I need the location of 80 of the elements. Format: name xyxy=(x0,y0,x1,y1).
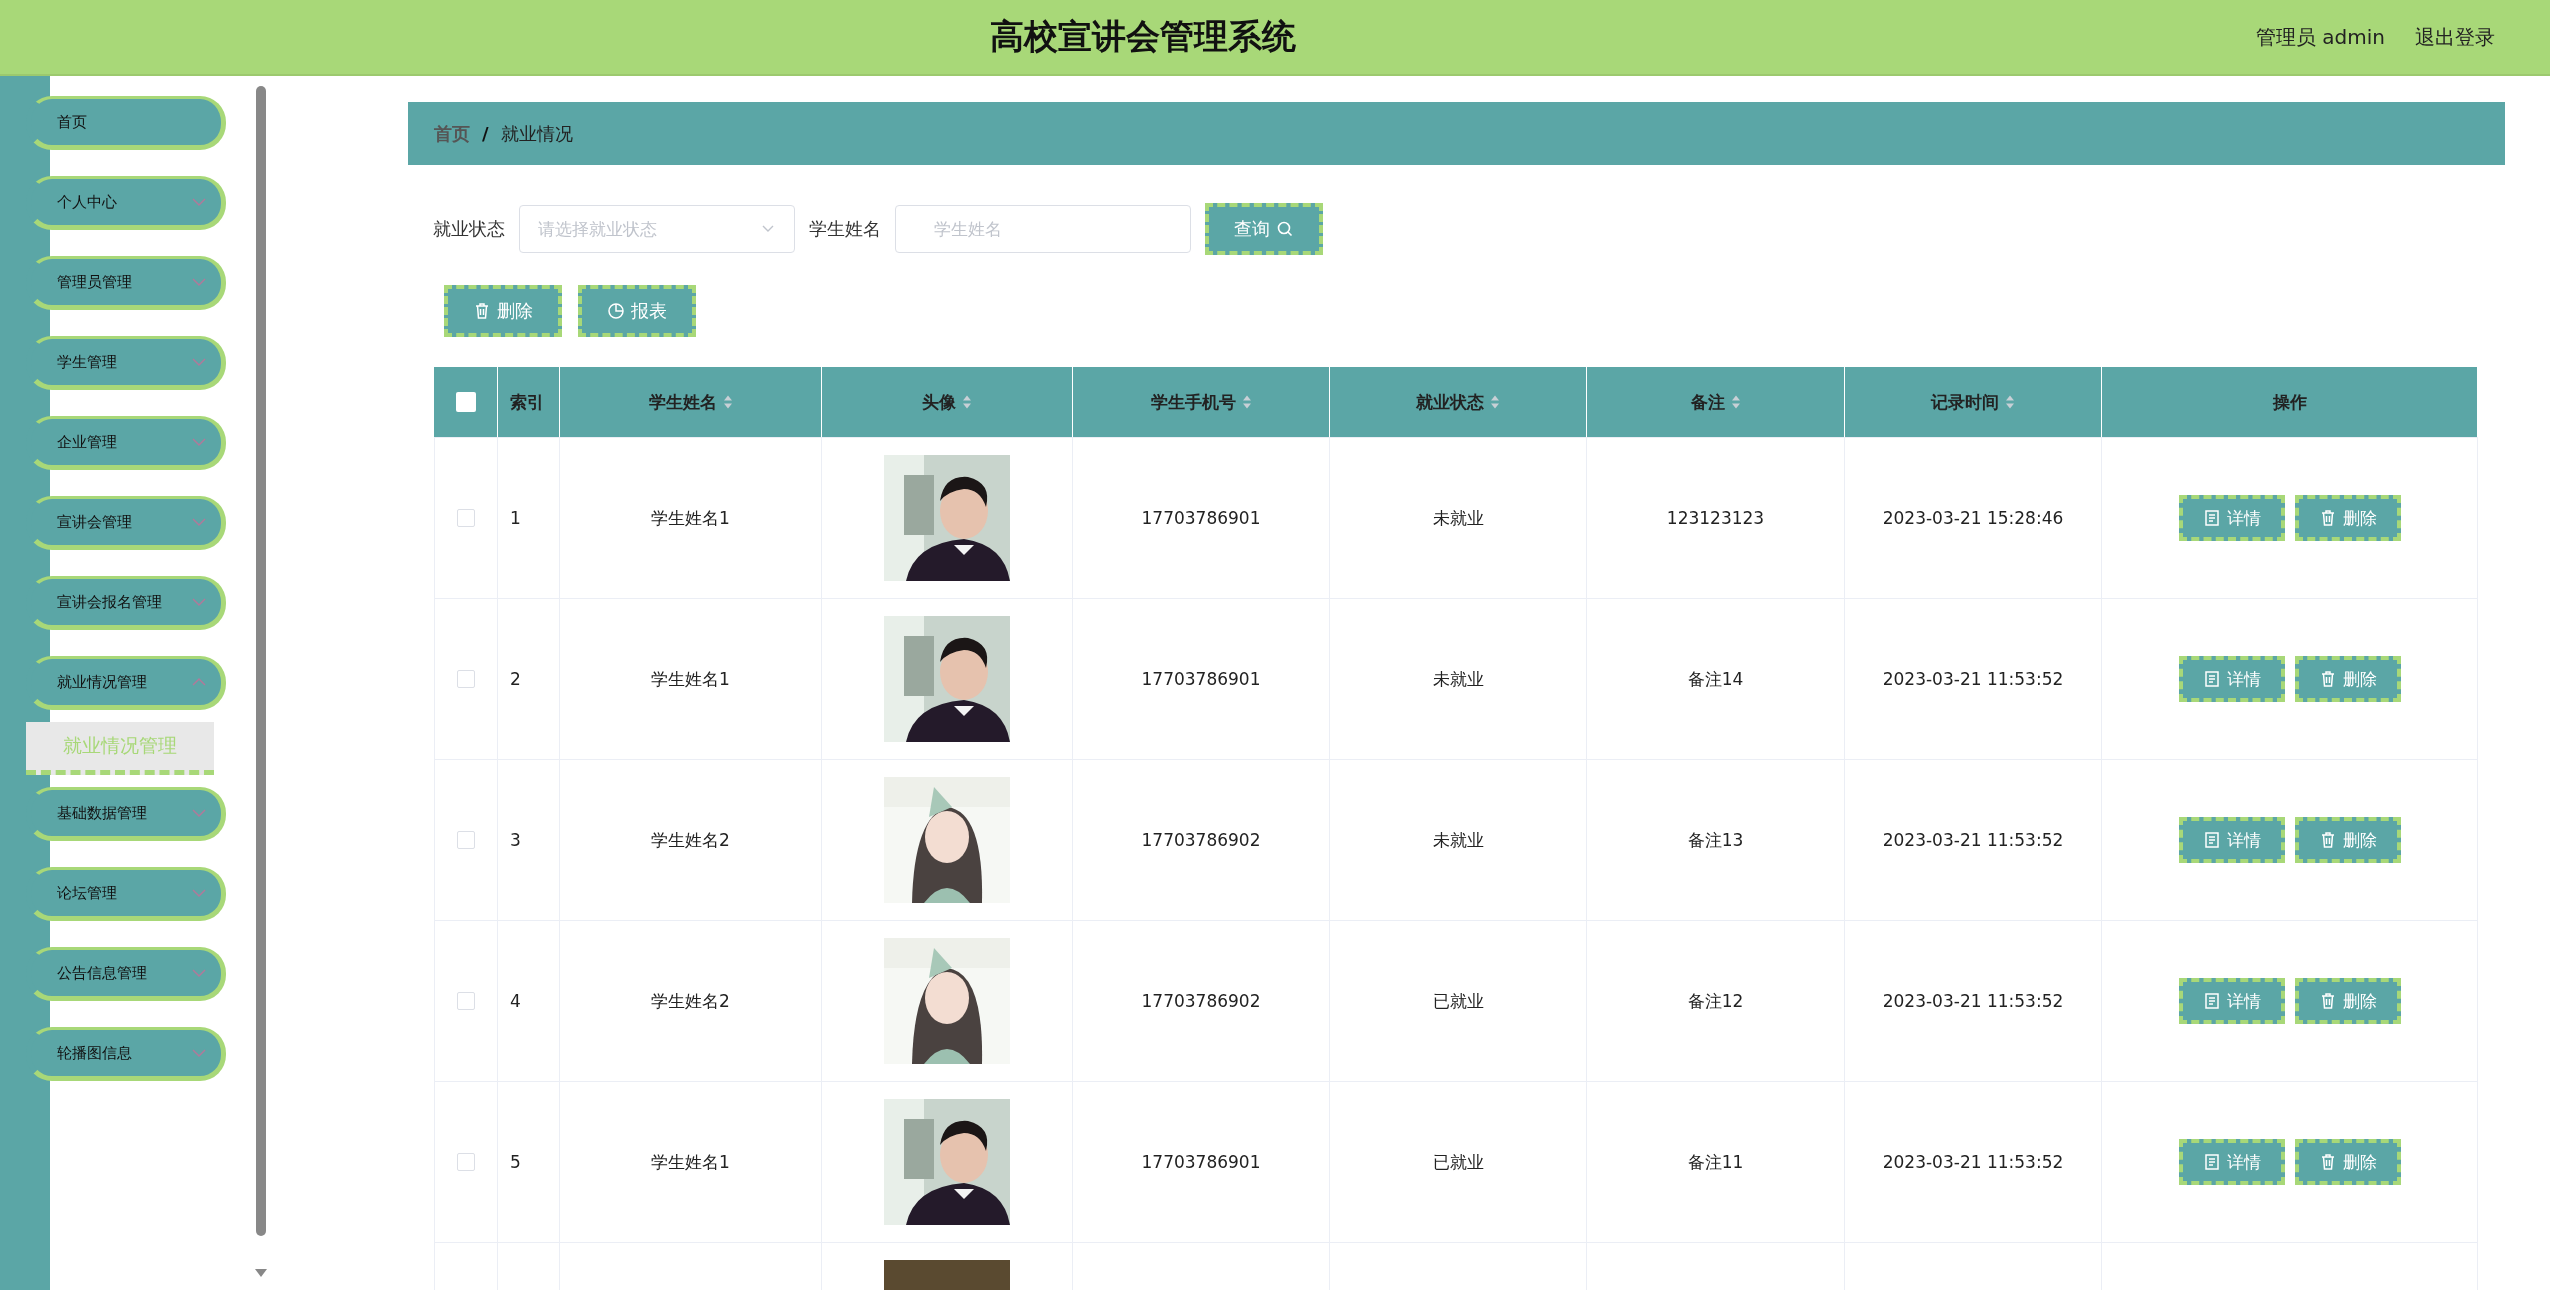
table-cell: 学生姓名1 xyxy=(560,1082,822,1242)
field-label: 就业状态 xyxy=(433,217,505,241)
table-cell: 备注14 xyxy=(1587,599,1845,759)
chevron-icon xyxy=(191,677,207,687)
table-cell: 123123123 xyxy=(1587,438,1845,598)
table-cell: 1 xyxy=(498,438,560,598)
column-header: 操作 xyxy=(2272,390,2307,414)
table-cell: 备注11 xyxy=(1587,1082,1845,1242)
pie-chart-icon xyxy=(607,302,625,320)
column-header[interactable]: 备注 xyxy=(1690,390,1725,414)
table-cell: 17703786902 xyxy=(1073,760,1330,920)
breadcrumb-current: 就业情况 xyxy=(500,121,573,146)
table-cell: 未就业 xyxy=(1330,438,1587,598)
table-cell: 2023-03-21 11:53:52 xyxy=(1845,760,2102,920)
chevron-icon xyxy=(191,968,207,978)
table-cell: 17703786902 xyxy=(1073,921,1330,1081)
table-cell: 已就业 xyxy=(1330,921,1587,1081)
column-header: 索引 xyxy=(510,390,544,414)
table-cell: 2023-03-21 11:53:52 xyxy=(1845,921,2102,1081)
breadcrumb-separator: / xyxy=(482,123,489,144)
table-cell: 5 xyxy=(498,1082,560,1242)
table-cell: 备注12 xyxy=(1587,921,1845,1081)
document-icon xyxy=(2202,831,2221,849)
document-icon xyxy=(2202,1153,2221,1171)
search-icon xyxy=(1276,220,1294,238)
table-cell: 已就业 xyxy=(1330,1082,1587,1242)
sort-icon xyxy=(962,394,972,410)
table-cell: 学生姓名1 xyxy=(560,599,822,759)
table-cell: 未就业 xyxy=(1330,599,1587,759)
table-cell: 2023-03-21 11:53:52 xyxy=(1845,1082,2102,1242)
table-cell: 学生姓名2 xyxy=(560,760,822,920)
input-field[interactable]: 学生姓名 xyxy=(895,205,1191,253)
trash-icon xyxy=(473,302,491,320)
chevron-icon xyxy=(191,277,207,287)
column-header[interactable]: 学生手机号 xyxy=(1150,390,1236,414)
table-cell: 2023-03-21 11:53:52 xyxy=(1845,599,2102,759)
checkbox[interactable] xyxy=(457,509,475,527)
table-cell: 学生姓名2 xyxy=(560,921,822,1081)
sort-icon xyxy=(1241,394,1252,410)
document-icon xyxy=(2202,670,2221,688)
checkbox[interactable] xyxy=(457,670,475,688)
document-icon xyxy=(2202,992,2221,1010)
column-header[interactable]: 头像 xyxy=(922,390,956,414)
table-cell: 17703786901 xyxy=(1073,438,1330,598)
table-cell: 4 xyxy=(498,921,560,1081)
table-cell: 学生姓名1 xyxy=(560,438,822,598)
table-cell: 备注13 xyxy=(1587,760,1845,920)
scrollbar[interactable] xyxy=(256,86,266,1236)
column-header[interactable]: 就业状态 xyxy=(1416,390,1484,414)
chevron-icon xyxy=(191,437,207,447)
sort-icon xyxy=(2005,394,2015,410)
user-label: 管理员 admin xyxy=(2255,23,2385,51)
chevron-icon xyxy=(191,357,207,367)
document-icon xyxy=(2202,509,2221,527)
chevron-icon xyxy=(191,197,207,207)
chevron-icon xyxy=(191,597,207,607)
column-header[interactable]: 学生姓名 xyxy=(648,390,717,414)
sort-icon xyxy=(1730,394,1741,410)
chevron-icon xyxy=(191,517,207,527)
scroll-down-icon[interactable] xyxy=(254,1268,268,1278)
table-cell: 17703786901 xyxy=(1073,599,1330,759)
checkbox[interactable] xyxy=(457,1153,475,1171)
chevron-icon xyxy=(760,224,776,234)
checkbox[interactable] xyxy=(457,831,475,849)
sort-icon xyxy=(722,394,733,410)
table-cell: 17703786901 xyxy=(1073,1082,1330,1242)
table-cell: 2 xyxy=(498,599,560,759)
logout-link[interactable]: 退出登录 xyxy=(2415,23,2495,51)
app-title: 高校宣讲会管理系统 xyxy=(989,15,1297,58)
table-cell: 3 xyxy=(498,760,560,920)
checkbox[interactable] xyxy=(457,992,475,1010)
select-all-checkbox[interactable] xyxy=(455,392,476,412)
column-header[interactable]: 记录时间 xyxy=(1931,390,1999,414)
field-label: 学生姓名 xyxy=(809,217,881,241)
sort-icon xyxy=(1490,394,1500,410)
chevron-icon xyxy=(191,808,207,818)
chevron-icon xyxy=(191,888,207,898)
chevron-icon xyxy=(191,1048,207,1058)
table-cell: 未就业 xyxy=(1330,760,1587,920)
table-cell: 2023-03-21 15:28:46 xyxy=(1845,438,2102,598)
